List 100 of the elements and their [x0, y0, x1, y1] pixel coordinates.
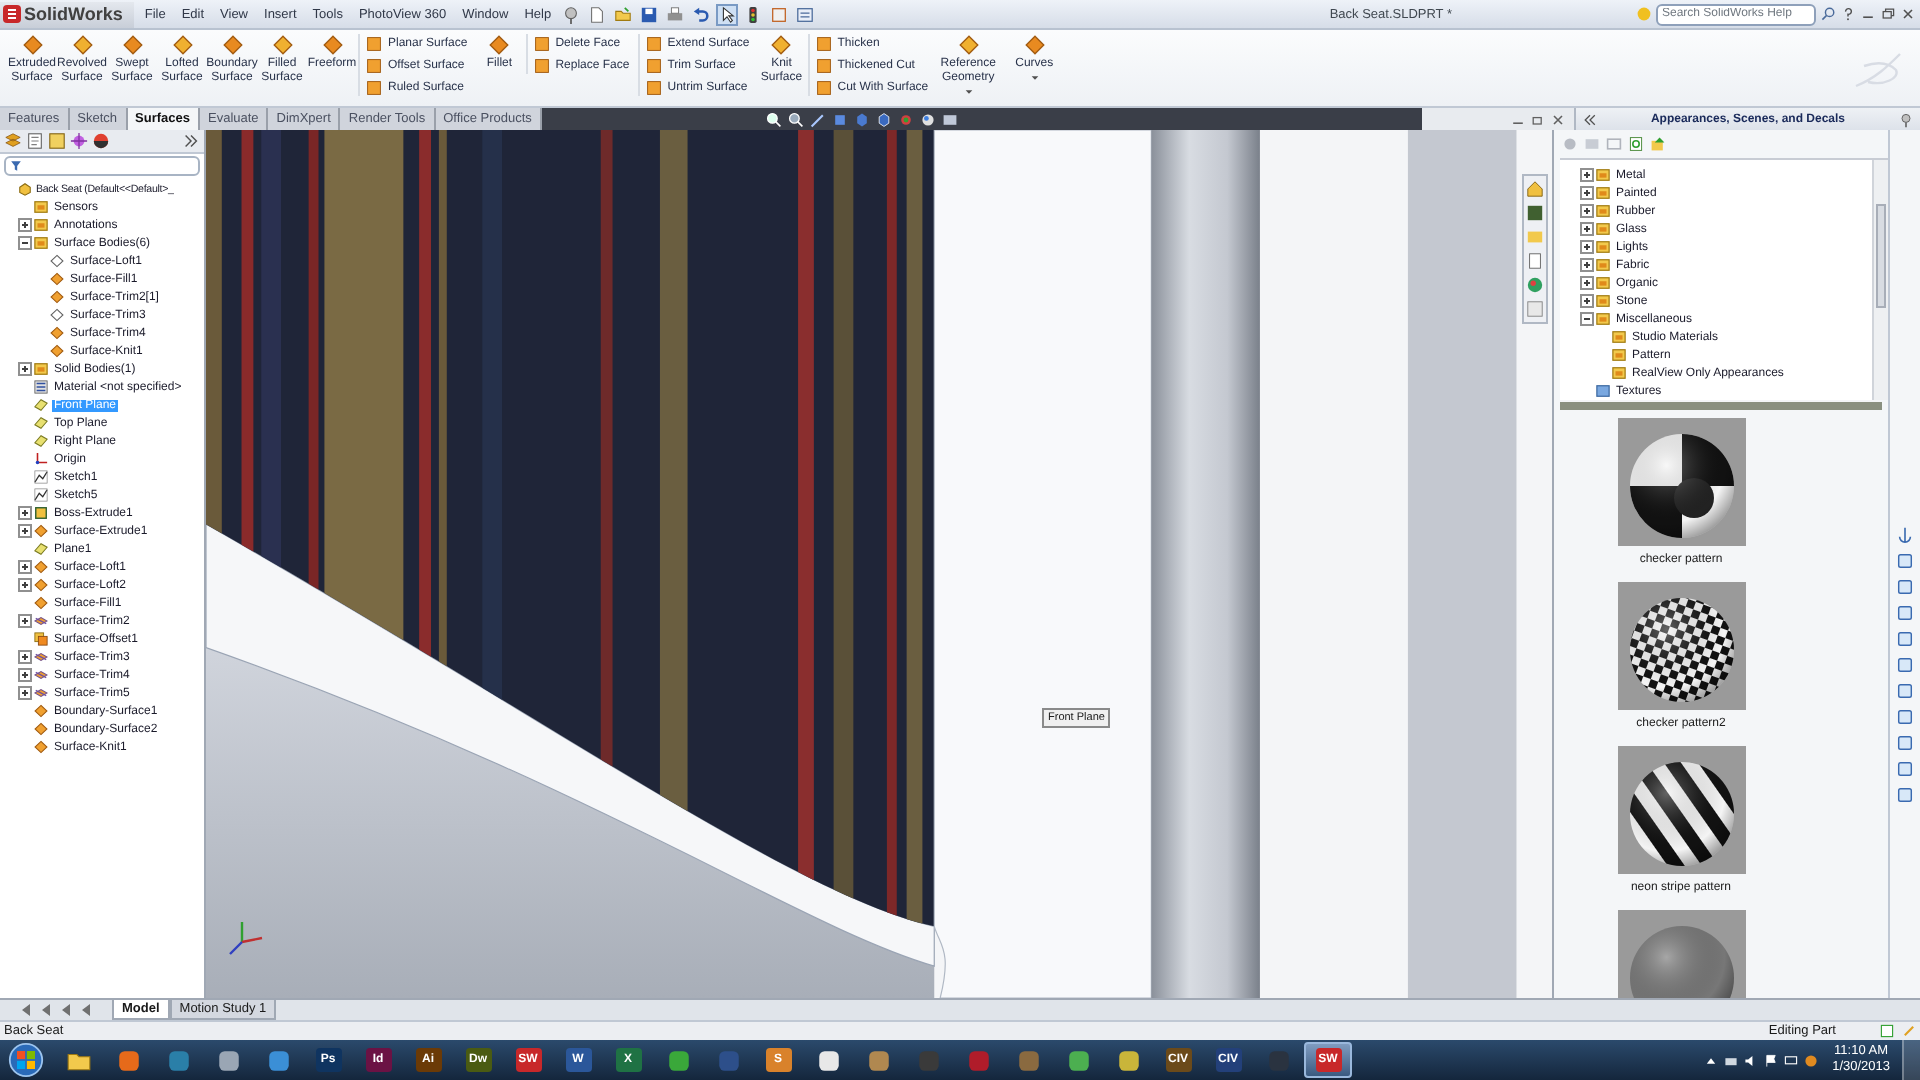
app-icon — [865, 1047, 891, 1073]
expand-toggle[interactable] — [18, 506, 32, 520]
library-icon[interactable] — [1526, 204, 1544, 222]
trim-icon — [34, 614, 48, 628]
expand-toggle[interactable] — [1580, 240, 1594, 254]
restore-icon[interactable] — [1530, 111, 1546, 127]
surface-tool-icon — [1023, 34, 1046, 56]
expand-toggle[interactable] — [1580, 168, 1594, 182]
appearance-icon[interactable] — [919, 111, 936, 127]
monitor-icon[interactable] — [1784, 1053, 1799, 1067]
document-icon[interactable] — [1526, 252, 1544, 270]
scene-icon[interactable] — [941, 111, 958, 127]
expand-toggle[interactable] — [1580, 276, 1594, 290]
file-properties-icon[interactable] — [769, 5, 788, 23]
refresh-icon[interactable] — [1628, 136, 1644, 152]
show-hidden-icons-icon[interactable] — [1704, 1053, 1719, 1067]
origin-icon — [34, 452, 48, 466]
anchor-icon[interactable] — [1896, 526, 1914, 544]
search-icon — [1820, 6, 1836, 22]
configuration-icon[interactable] — [48, 132, 66, 150]
material-preview-drawing — [1617, 582, 1745, 710]
hidden-surface-icon — [50, 308, 64, 322]
undo-icon[interactable] — [691, 5, 710, 23]
property-manager-icon[interactable] — [26, 132, 44, 150]
axis-triad-icon — [226, 918, 266, 958]
filter-field[interactable] — [4, 156, 200, 176]
expand-toggle[interactable] — [1580, 312, 1594, 326]
surface-tool-icon — [221, 34, 243, 56]
expand-toggle[interactable] — [1580, 186, 1594, 200]
surface-tool-icon — [171, 34, 193, 56]
splitter-handle[interactable] — [1560, 402, 1882, 410]
expand-toggle[interactable] — [18, 362, 32, 376]
app-icon — [165, 1047, 191, 1073]
help-icon[interactable] — [1880, 1024, 1894, 1038]
app-icon — [1015, 1047, 1041, 1073]
traffic-light-icon[interactable] — [743, 5, 762, 23]
expand-toggle[interactable] — [1580, 258, 1594, 272]
expand-toggle[interactable] — [18, 218, 32, 232]
more-icon[interactable] — [182, 132, 200, 150]
display-manager-icon[interactable] — [92, 132, 110, 150]
expand-toggle[interactable] — [18, 560, 32, 574]
part-icon — [18, 182, 32, 196]
material-icon — [34, 380, 48, 394]
app-icon — [715, 1047, 741, 1073]
offset-icon — [34, 632, 48, 646]
close-icon[interactable] — [1900, 6, 1916, 22]
surface-tool-icon — [71, 34, 93, 56]
feature-manager-icon[interactable] — [4, 132, 22, 150]
expand-toggle[interactable] — [18, 236, 32, 250]
expand-toggle[interactable] — [1580, 204, 1594, 218]
print-icon[interactable] — [665, 5, 684, 23]
show-desktop-button[interactable] — [1902, 1040, 1920, 1080]
expand-toggle[interactable] — [18, 578, 32, 592]
plane-icon — [34, 542, 48, 556]
app-icon — [665, 1047, 691, 1073]
pin-icon[interactable] — [561, 5, 580, 23]
appearance-icon[interactable] — [1526, 276, 1544, 294]
app-icon — [265, 1047, 291, 1073]
restore-icon[interactable] — [1880, 6, 1896, 22]
surface-tool-icon — [271, 34, 293, 56]
expand-toggle[interactable] — [18, 614, 32, 628]
expand-toggle[interactable] — [18, 668, 32, 682]
expand-toggle[interactable] — [18, 650, 32, 664]
surface-icon — [34, 524, 48, 538]
up-folder-icon[interactable] — [1650, 136, 1666, 152]
expand-toggle[interactable] — [1580, 222, 1594, 236]
flag-icon[interactable] — [1764, 1053, 1779, 1067]
pin-icon[interactable] — [1898, 111, 1914, 127]
surface-tool-icon — [321, 34, 343, 56]
windows-logo-icon — [8, 1042, 44, 1078]
app-icon — [815, 1047, 841, 1073]
app-icon — [1115, 1047, 1141, 1073]
options-icon[interactable] — [795, 5, 814, 23]
crosshair-icon[interactable] — [70, 132, 88, 150]
zoom-to-fit-icon[interactable] — [765, 111, 782, 127]
help-icon[interactable] — [1840, 6, 1856, 22]
zoom-area-icon[interactable] — [787, 111, 804, 127]
app-icon — [1065, 1047, 1091, 1073]
close-icon[interactable] — [1550, 111, 1566, 127]
resize-grip-icon[interactable] — [1902, 1024, 1916, 1038]
collapse-icon[interactable] — [1582, 111, 1598, 127]
expand-toggle[interactable] — [18, 524, 32, 538]
extrude-icon — [34, 506, 48, 520]
select-pointer-icon[interactable] — [717, 5, 736, 23]
material-preview-drawing — [1617, 746, 1745, 874]
save-icon[interactable] — [639, 5, 658, 23]
trim-icon — [34, 668, 48, 682]
scrollbar[interactable] — [1872, 160, 1888, 400]
home-icon[interactable] — [1526, 180, 1544, 198]
app-icon — [115, 1047, 141, 1073]
app-icon — [915, 1047, 941, 1073]
previous-view-icon[interactable] — [809, 111, 826, 127]
surface-tool-icon — [957, 34, 980, 56]
expand-toggle[interactable] — [18, 686, 32, 700]
new-document-icon[interactable] — [587, 5, 606, 23]
open-folder-icon[interactable] — [613, 5, 632, 23]
logo-icon — [2, 4, 22, 24]
section-view-icon[interactable] — [831, 111, 848, 127]
app-name: SolidWorks — [24, 4, 123, 24]
expand-toggle[interactable] — [1580, 294, 1594, 308]
